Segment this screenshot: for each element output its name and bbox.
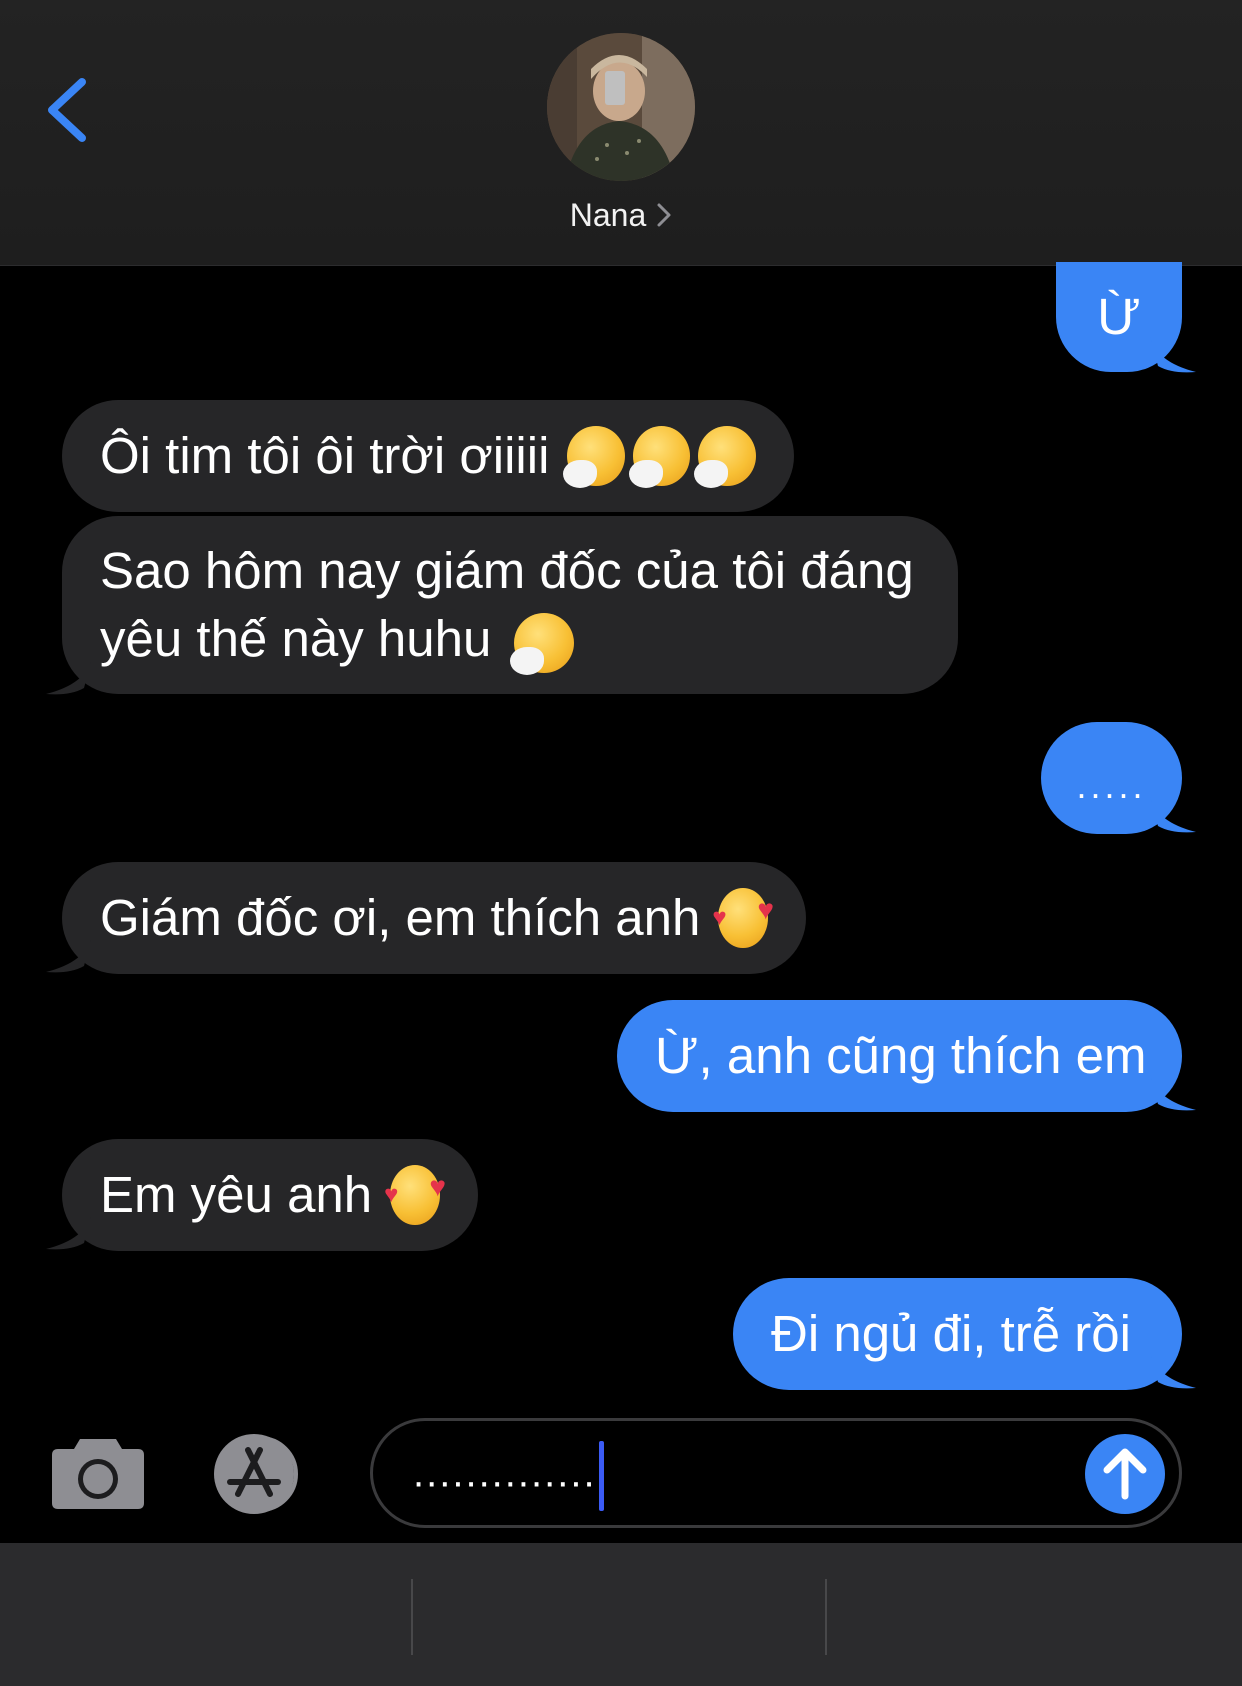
smiling-face-with-hearts-emoji [712,876,773,952]
arrow-up-icon [1103,1448,1147,1500]
camera-button[interactable] [50,1435,146,1511]
sneezing-face-emoji [563,426,625,488]
message-bubble-incoming[interactable]: Ôi tim tôi ôi trời ơiiiii [62,400,794,512]
message-bubble-outgoing[interactable]: Ừ, anh cũng thích em [617,1000,1182,1112]
contact-name: Nana [569,197,647,233]
message-text: ..... [1076,765,1147,806]
bubble-tail [1150,796,1196,833]
sneezing-face-emoji [628,426,691,488]
message-text: Sao hôm nay giám đốc của tôi đáng yêu th… [100,542,914,667]
message-input-value: .............. [413,1451,597,1496]
contact-avatar[interactable] [547,33,695,181]
smiling-face-with-hearts-emoji [384,1153,446,1229]
sneezing-face-emoji [694,426,757,488]
app-store-button[interactable] [208,1432,318,1516]
camera-icon [52,1439,144,1509]
chevron-right-icon [656,199,672,236]
message-bubble-incoming[interactable]: Sao hôm nay giám đốc của tôi đáng yêu th… [62,516,958,694]
bubble-tail [1150,336,1196,373]
message-text: Đi ngủ đi, trễ rồi [771,1305,1131,1362]
back-button[interactable] [40,70,100,150]
sneezing-face-emoji [509,612,574,675]
message-text: Ôi tim tôi ôi trời ơiiiii [100,427,550,484]
message-text: Ừ, anh cũng thích em [655,1027,1147,1084]
message-bubble-incoming[interactable]: Em yêu anh [62,1139,478,1251]
app-store-icon [214,1434,298,1514]
bubble-tail [46,658,92,695]
suggestion-divider [411,1579,413,1655]
conversation-header: Nana [0,0,1242,266]
suggestion-divider [825,1579,827,1655]
text-caret [598,1441,604,1511]
bubble-tail [1150,1074,1196,1111]
contact-name-button[interactable]: Nana [0,197,1242,236]
message-text: Ừ [1097,288,1141,345]
message-text: Giám đốc ơi, em thích anh [100,889,701,946]
message-bubble-outgoing[interactable]: Đi ngủ đi, trễ rồi [733,1278,1182,1390]
bubble-tail [46,936,92,973]
bubble-tail [1150,1352,1196,1389]
bubble-tail [46,1213,92,1250]
message-input[interactable]: .............. [370,1418,1182,1528]
chevron-left-icon [48,78,86,142]
message-bubble-incoming[interactable]: Giám đốc ơi, em thích anh [62,862,806,974]
message-text: Em yêu anh [100,1166,373,1223]
message-input-text: .............. [413,1441,604,1511]
send-button[interactable] [1085,1434,1165,1514]
keyboard-suggestion-bar [0,1543,1242,1686]
